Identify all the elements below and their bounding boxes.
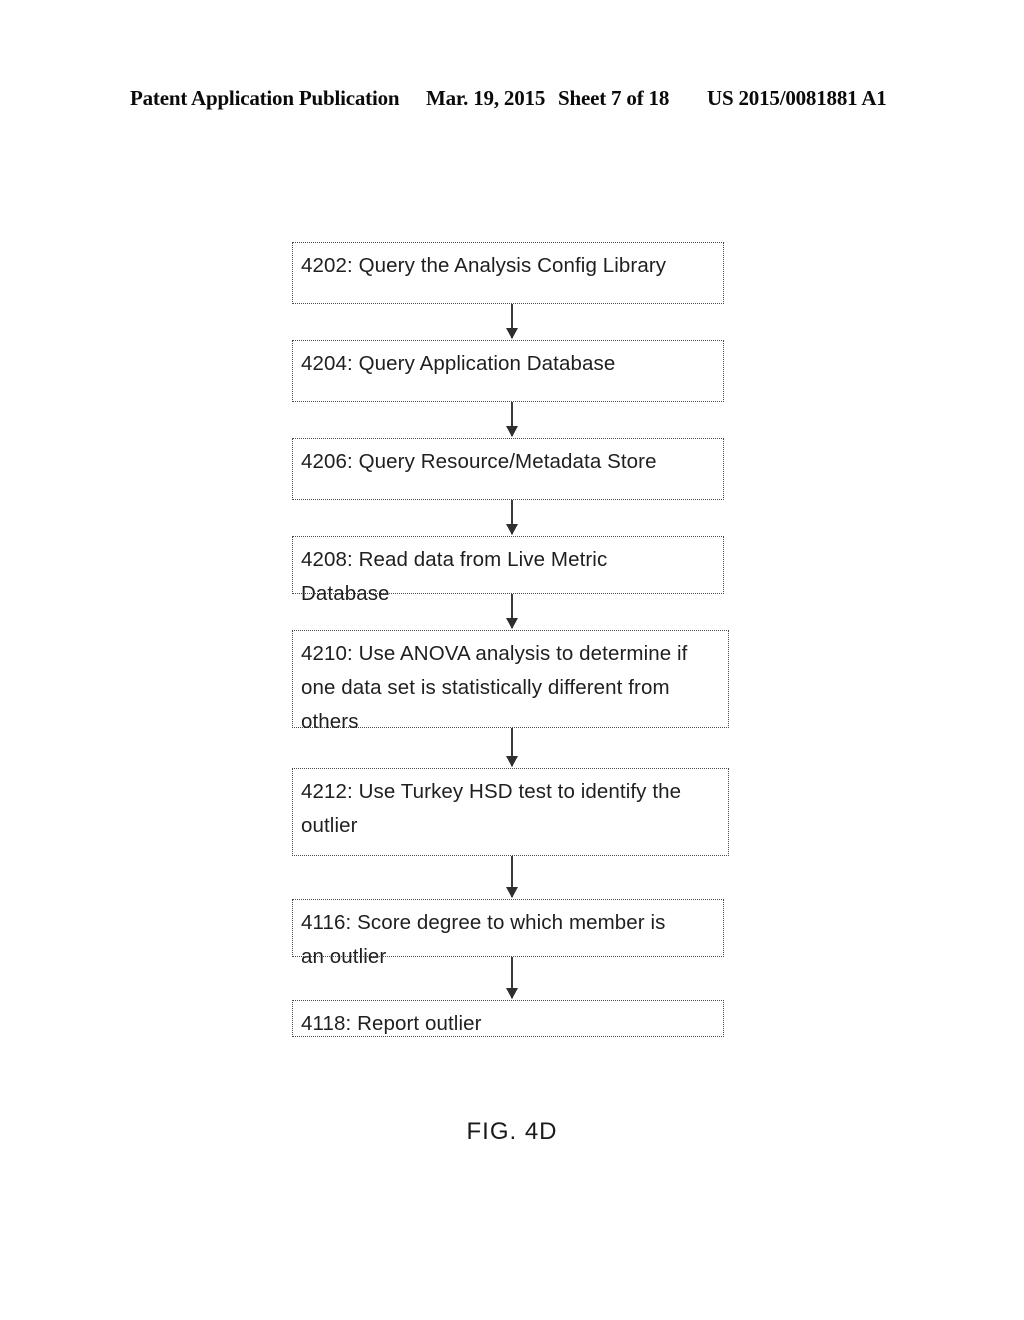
flow-arrow-4208-to-4210 [506, 594, 518, 629]
flow-arrow-4210-to-4212 [506, 728, 518, 767]
figure-caption: FIG. 4D [466, 1118, 558, 1145]
flowchart-node-4210: 4210: Use ANOVA analysis to determine if… [292, 630, 729, 733]
flowchart-node-4116: 4116: Score degree to which member is an… [292, 899, 724, 968]
flowchart-node-4202: 4202: Query the Analysis Config Library [292, 242, 724, 304]
flow-arrow-4212-to-4116 [506, 856, 518, 898]
flowchart-node-4204: 4204: Query Application Database [292, 340, 724, 402]
flow-arrow-4204-to-4206 [506, 402, 518, 437]
flow-arrow-4116-to-4118 [506, 957, 518, 999]
flowchart-node-4208: 4208: Read data from Live Metric Databas… [292, 536, 724, 605]
flowchart-node-4212: 4212: Use Turkey HSD test to identify th… [292, 768, 729, 856]
flowchart-node-4118: 4118: Report outlier [292, 1000, 724, 1037]
flow-arrow-4206-to-4208 [506, 500, 518, 535]
flowchart-node-4206: 4206: Query Resource/Metadata Store [292, 438, 724, 500]
flow-arrow-4202-to-4204 [506, 304, 518, 339]
